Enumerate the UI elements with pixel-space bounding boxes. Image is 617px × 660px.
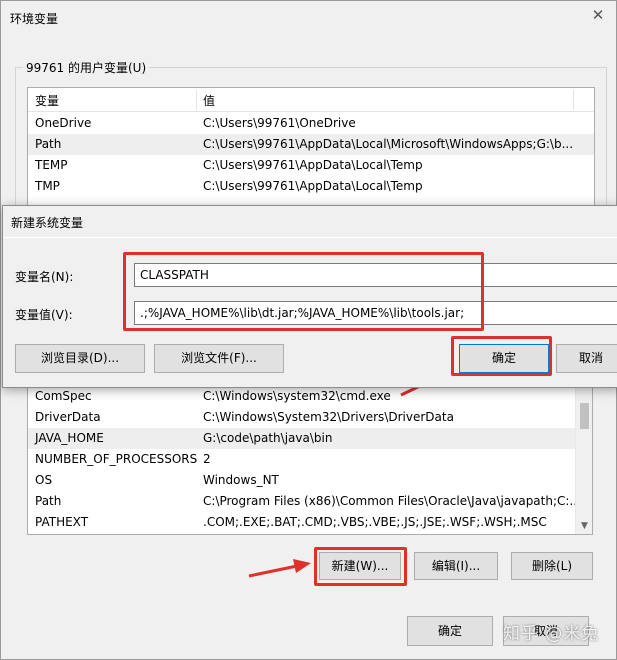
system-variables-list[interactable]: ComSpec C:\Windows\system32\cmd.exe Driv… <box>27 383 593 535</box>
list-item[interactable]: NUMBER_OF_PROCESSORS 2 <box>28 449 592 470</box>
user-variables-label: 99761 的用户变量(U) <box>23 59 150 76</box>
list-header: 变量 值 <box>28 88 594 112</box>
ok-button[interactable]: 确定 <box>407 616 493 646</box>
close-icon[interactable]: ✕ <box>590 7 606 23</box>
variable-value: C:\Windows\system32\cmd.exe <box>203 389 391 403</box>
delete-variable-button[interactable]: 删除(L) <box>511 552 593 580</box>
watermark: 知乎 @米兔 <box>503 624 600 644</box>
list-item[interactable]: ComSpec C:\Windows\system32\cmd.exe <box>28 386 592 407</box>
list-item[interactable]: OneDrive C:\Users\99761\OneDrive <box>28 113 594 134</box>
column-header-value[interactable]: 值 <box>203 92 215 109</box>
list-item[interactable]: PATHEXT .COM;.EXE;.BAT;.CMD;.VBS;.VBE;.J… <box>28 512 592 533</box>
variable-value: C:\Users\99761\OneDrive <box>203 116 356 130</box>
variable-value: C:\Users\99761\AppData\Local\Microsoft\W… <box>203 137 574 151</box>
variable-name: OneDrive <box>35 116 92 130</box>
variable-value: .COM;.EXE;.BAT;.CMD;.VBS;.VBE;.JS;.JSE;.… <box>203 515 547 529</box>
variable-value: C:\Users\99761\AppData\Local\Temp <box>203 179 423 193</box>
browse-file-button[interactable]: 浏览文件(F)... <box>154 344 284 373</box>
variable-value: C:\Program Files (x86)\Common Files\Orac… <box>203 494 581 508</box>
variable-value: C:\Windows\System32\Drivers\DriverData <box>203 410 454 424</box>
dialog-title: 新建系统变量 <box>11 216 84 230</box>
vertical-scrollbar[interactable]: ▼ <box>575 383 592 534</box>
browse-directory-button[interactable]: 浏览目录(D)... <box>15 344 145 373</box>
chevron-down-icon[interactable]: ▼ <box>576 518 592 534</box>
variable-name-label: 变量名(N): <box>15 270 74 284</box>
variable-name: Path <box>35 137 62 151</box>
variable-value: G:\code\path\java\bin <box>203 431 333 445</box>
column-header-variable[interactable]: 变量 <box>35 92 59 109</box>
window-title: 环境变量 <box>10 12 59 26</box>
highlight-box <box>123 252 484 331</box>
variable-value: Windows_NT <box>203 473 279 487</box>
variable-name: PATHEXT <box>35 515 89 529</box>
user-variables-list[interactable]: 变量 值 OneDrive C:\Users\99761\OneDrive Pa… <box>27 87 595 211</box>
list-item[interactable]: DriverData C:\Windows\System32\Drivers\D… <box>28 407 592 428</box>
dialog-cancel-button[interactable]: 取消 <box>556 344 617 373</box>
variable-name: NUMBER_OF_PROCESSORS <box>35 452 198 466</box>
variable-value: 2 <box>203 452 211 466</box>
arrow-pointer-icon <box>248 559 311 578</box>
variable-name: DriverData <box>35 410 101 424</box>
list-item[interactable]: TEMP C:\Users\99761\AppData\Local\Temp <box>28 155 594 176</box>
variable-name: ComSpec <box>35 389 92 403</box>
list-item[interactable]: TMP C:\Users\99761\AppData\Local\Temp <box>28 176 594 197</box>
variable-name: OS <box>35 473 53 487</box>
list-item[interactable]: Path C:\Users\99761\AppData\Local\Micros… <box>28 134 594 155</box>
scrollbar-thumb[interactable] <box>580 403 589 429</box>
variable-name: TMP <box>35 179 60 193</box>
variable-name: TEMP <box>35 158 68 172</box>
variable-value: C:\Users\99761\AppData\Local\Temp <box>203 158 423 172</box>
edit-variable-button[interactable]: 编辑(I)... <box>414 552 498 580</box>
list-item[interactable]: Path C:\Program Files (x86)\Common Files… <box>28 491 592 512</box>
highlight-box <box>451 336 552 376</box>
highlight-box <box>314 547 407 586</box>
variable-name: Path <box>35 494 62 508</box>
list-item[interactable]: OS Windows_NT <box>28 470 592 491</box>
variable-name: JAVA_HOME <box>35 431 104 445</box>
list-item[interactable]: JAVA_HOME G:\code\path\java\bin <box>28 428 592 449</box>
variable-value-label: 变量值(V): <box>15 308 73 322</box>
